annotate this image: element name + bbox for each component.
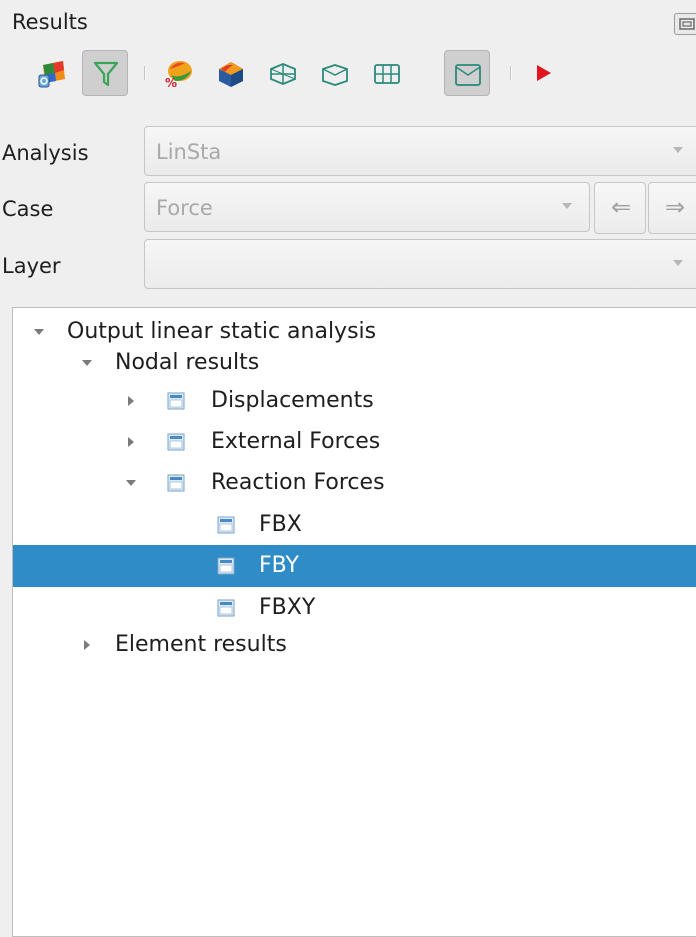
tree-item-reaction-forces[interactable]: Reaction Forces — [13, 462, 696, 504]
filter-icon — [93, 61, 119, 87]
table-icon — [217, 599, 235, 617]
layer-label: Layer — [2, 254, 61, 278]
tree-item-fby[interactable]: FBY — [13, 545, 696, 587]
tree-item-label: Displacements — [211, 388, 374, 413]
table-icon — [217, 557, 235, 575]
mesh-outline-button[interactable] — [364, 50, 410, 96]
float-dock-button[interactable] — [674, 13, 696, 35]
contour-percent-button[interactable]: % — [156, 50, 202, 96]
play-animation-icon — [537, 65, 551, 81]
table-icon — [167, 474, 185, 492]
case-label: Case — [2, 197, 54, 221]
tree-item-external-forces[interactable]: External Forces — [13, 421, 696, 463]
tree-item-label: FBX — [259, 512, 302, 537]
mesh-boundary-icon — [455, 64, 481, 86]
contour-settings-icon — [38, 61, 65, 88]
analysis-label: Analysis — [2, 141, 89, 165]
collapsed-arrow-icon — [128, 437, 134, 447]
results-tree[interactable]: Output linear static analysis Nodal resu… — [12, 307, 696, 937]
tree-item-label: Reaction Forces — [211, 470, 385, 495]
chevron-down-icon — [673, 147, 683, 153]
contour-settings-button[interactable] — [30, 50, 76, 96]
toolbar-separator — [510, 66, 512, 80]
tree-item-fbx[interactable]: FBX — [13, 504, 696, 546]
tree-item-label: FBXY — [259, 595, 316, 620]
float-dock-icon — [679, 18, 695, 30]
table-icon — [217, 516, 235, 534]
layer-combo[interactable] — [144, 239, 696, 289]
expanded-arrow-icon — [126, 480, 136, 486]
analysis-value: LinSta — [156, 140, 222, 164]
tree-item-fbxy[interactable]: FBXY — [13, 587, 696, 629]
table-icon — [167, 392, 185, 410]
deformed-mesh-icon — [270, 63, 296, 85]
mesh-outline-icon — [374, 64, 400, 84]
expanded-arrow-icon — [82, 360, 92, 366]
play-animation-button[interactable] — [520, 50, 566, 96]
results-panel: Results % Analysis LinSta Case Force ⇐ ⇒… — [0, 0, 696, 937]
collapsed-arrow-icon — [84, 640, 90, 650]
contour-percent-icon: % — [165, 61, 192, 89]
panel-title: Results — [12, 10, 88, 34]
panel-titlebar: Results — [0, 0, 696, 44]
chevron-down-icon — [673, 260, 683, 266]
expanded-arrow-icon — [34, 329, 44, 335]
previous-case-button[interactable]: ⇐ — [594, 182, 646, 234]
filter-button[interactable] — [82, 50, 128, 96]
undeformed-mesh-icon — [322, 64, 348, 86]
collapsed-arrow-icon — [128, 396, 134, 406]
results-toolbar: % — [0, 50, 696, 100]
mesh-boundary-button[interactable] — [444, 50, 490, 96]
toolbar-separator — [144, 66, 146, 80]
tree-item-label: FBY — [259, 553, 299, 578]
case-value: Force — [156, 196, 213, 220]
tree-item-element-results[interactable]: Element results — [13, 624, 696, 666]
contour-3d-button[interactable] — [208, 50, 254, 96]
analysis-combo[interactable]: LinSta — [144, 126, 696, 176]
tree-item-displacements[interactable]: Displacements — [13, 380, 696, 422]
contour-3d-icon — [219, 62, 243, 87]
chevron-down-icon — [562, 203, 572, 209]
table-icon — [167, 433, 185, 451]
arrow-right-icon: ⇒ — [664, 193, 686, 221]
tree-item-nodal-results[interactable]: Nodal results — [13, 342, 696, 384]
tree-item-label: Nodal results — [115, 350, 260, 375]
case-combo[interactable]: Force — [144, 182, 590, 232]
tree-item-label: Element results — [115, 632, 287, 657]
deformed-mesh-button[interactable] — [260, 50, 306, 96]
arrow-left-icon: ⇐ — [610, 193, 632, 221]
tree-item-label: External Forces — [211, 429, 381, 454]
next-case-button[interactable]: ⇒ — [648, 182, 696, 234]
undeformed-mesh-button[interactable] — [312, 50, 358, 96]
svg-text:%: % — [165, 76, 177, 89]
